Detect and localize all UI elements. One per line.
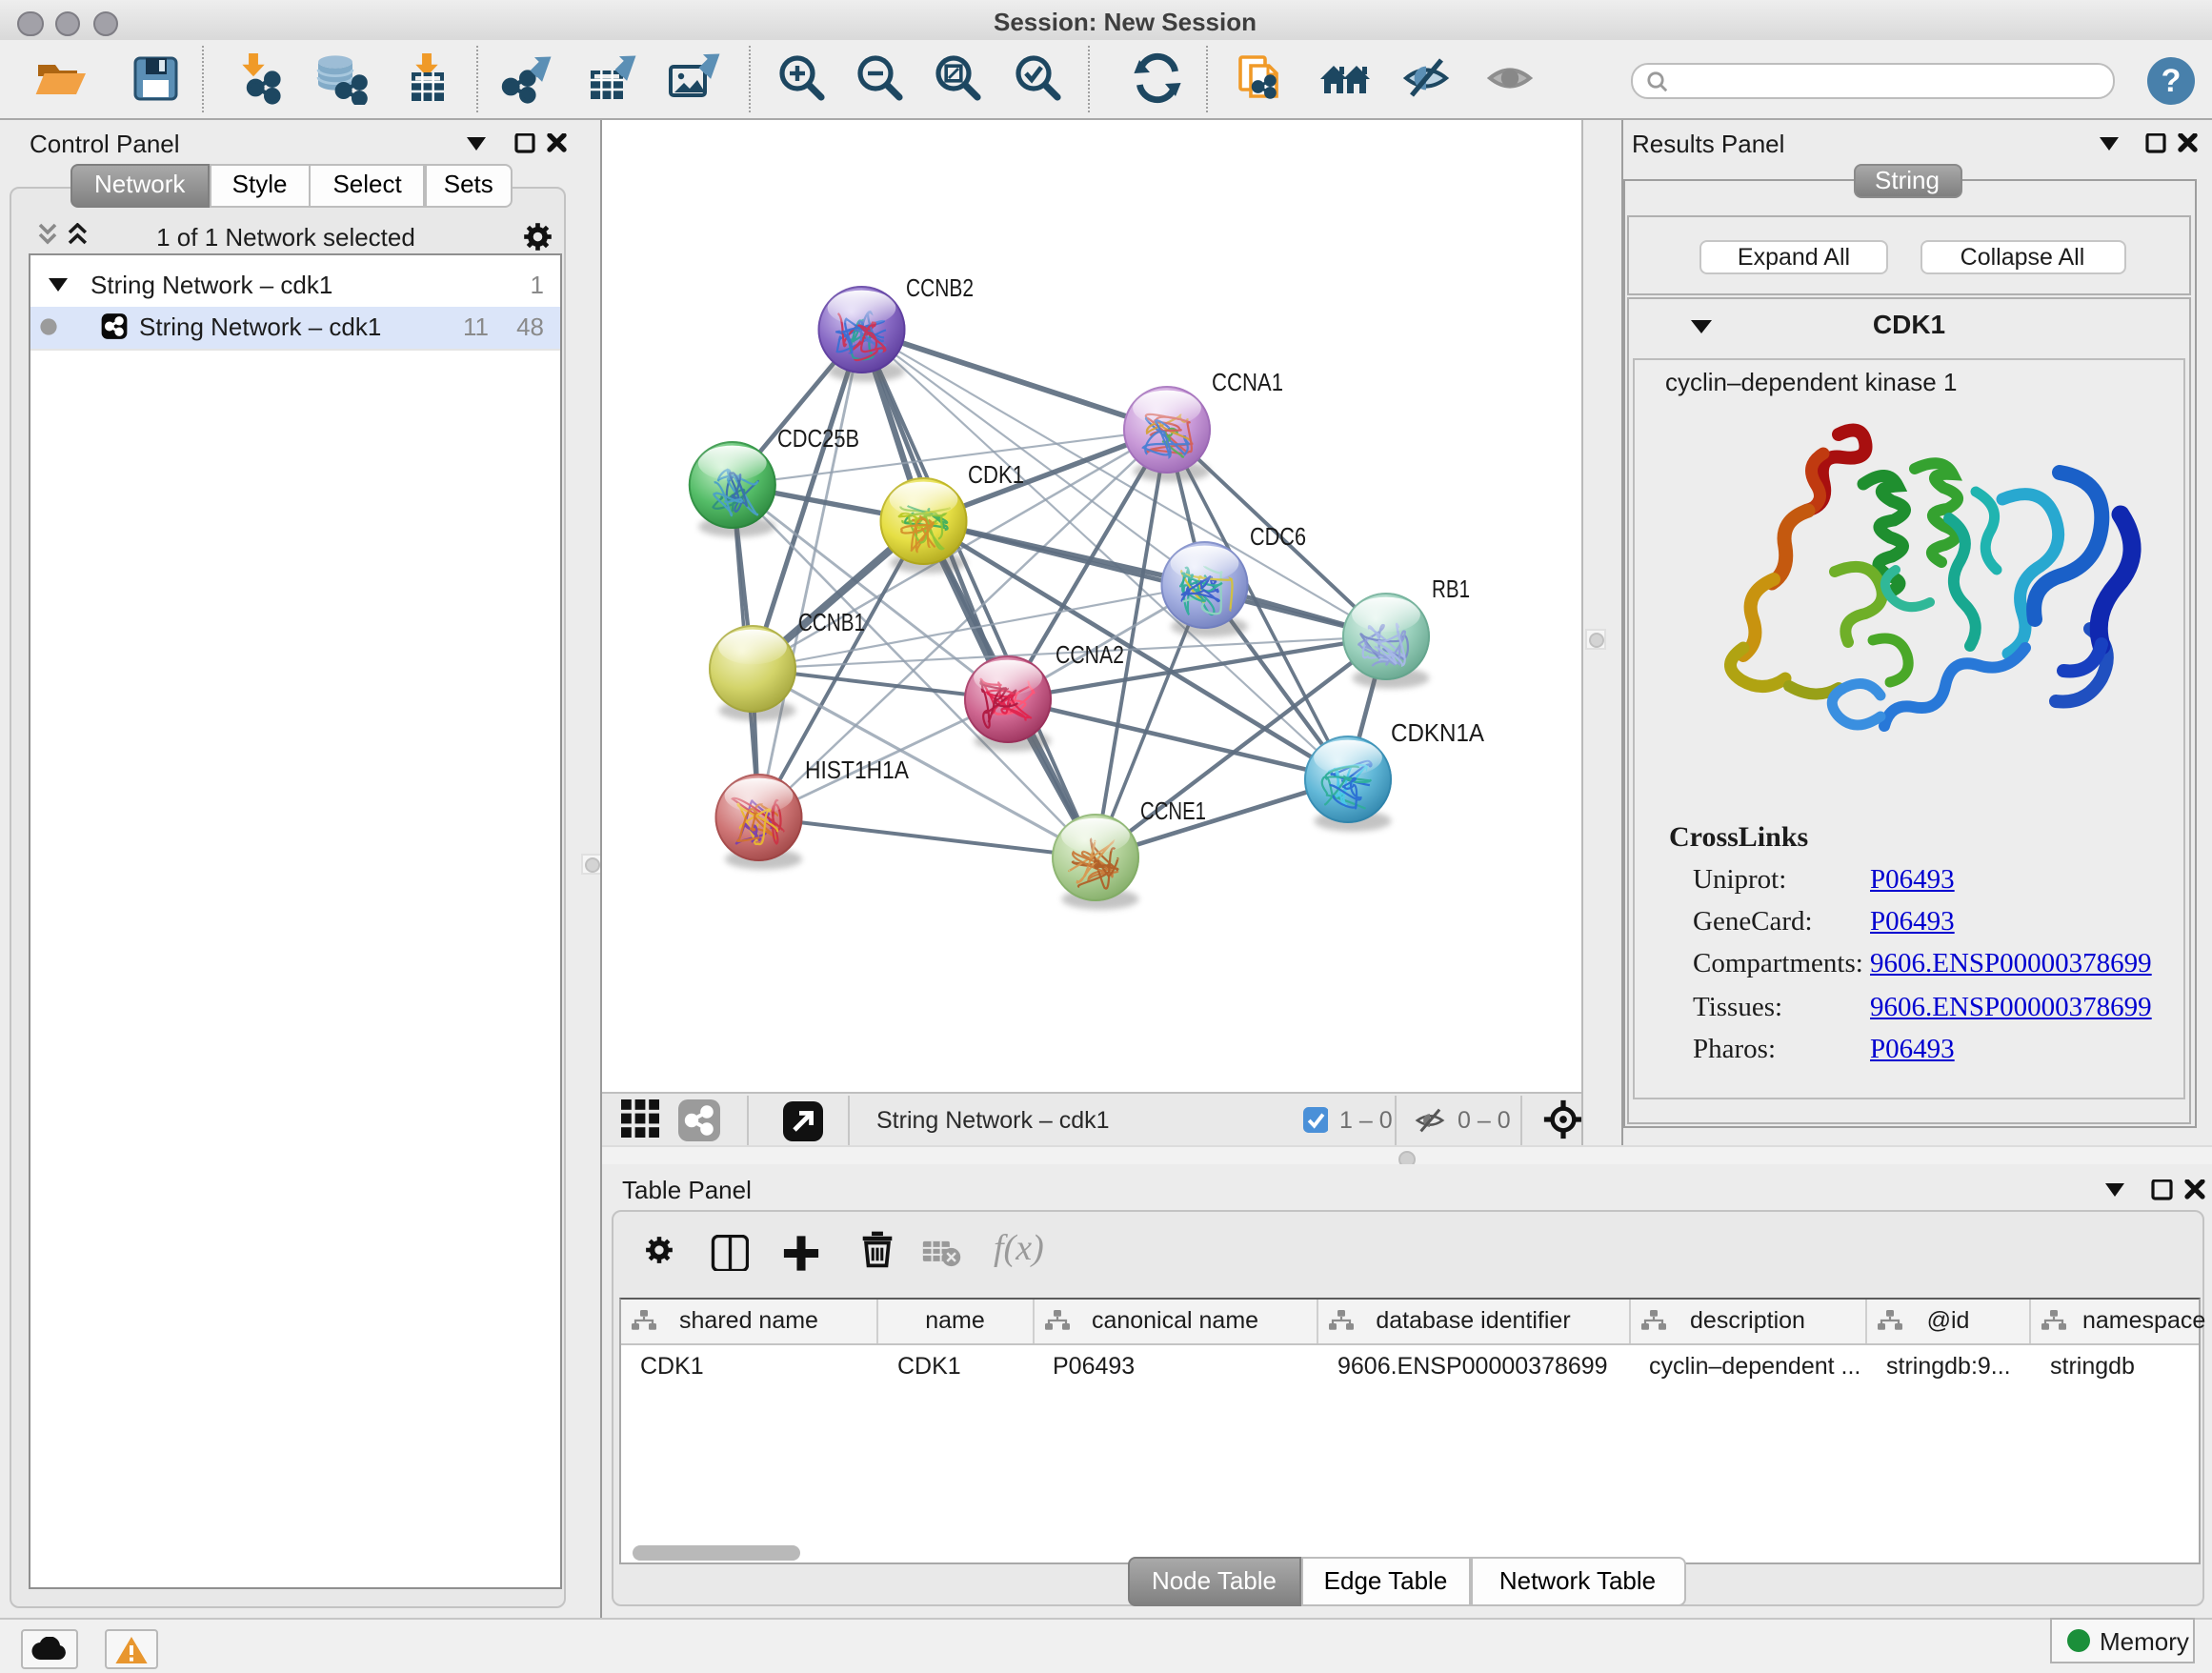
svg-text:CCNB1: CCNB1 [798, 608, 865, 636]
svg-text:CCNB2: CCNB2 [906, 273, 974, 302]
svg-text:CDKN1A: CDKN1A [1391, 718, 1485, 747]
svg-text:CDC25B: CDC25B [777, 424, 859, 453]
svg-text:CDK1: CDK1 [968, 460, 1024, 489]
svg-text:CCNA2: CCNA2 [1056, 640, 1124, 669]
svg-text:CCNE1: CCNE1 [1140, 796, 1206, 825]
svg-text:CCNA1: CCNA1 [1212, 368, 1283, 396]
svg-text:HIST1H1A: HIST1H1A [805, 756, 910, 784]
svg-text:RB1: RB1 [1432, 574, 1470, 603]
svg-text:CDC6: CDC6 [1250, 522, 1306, 551]
